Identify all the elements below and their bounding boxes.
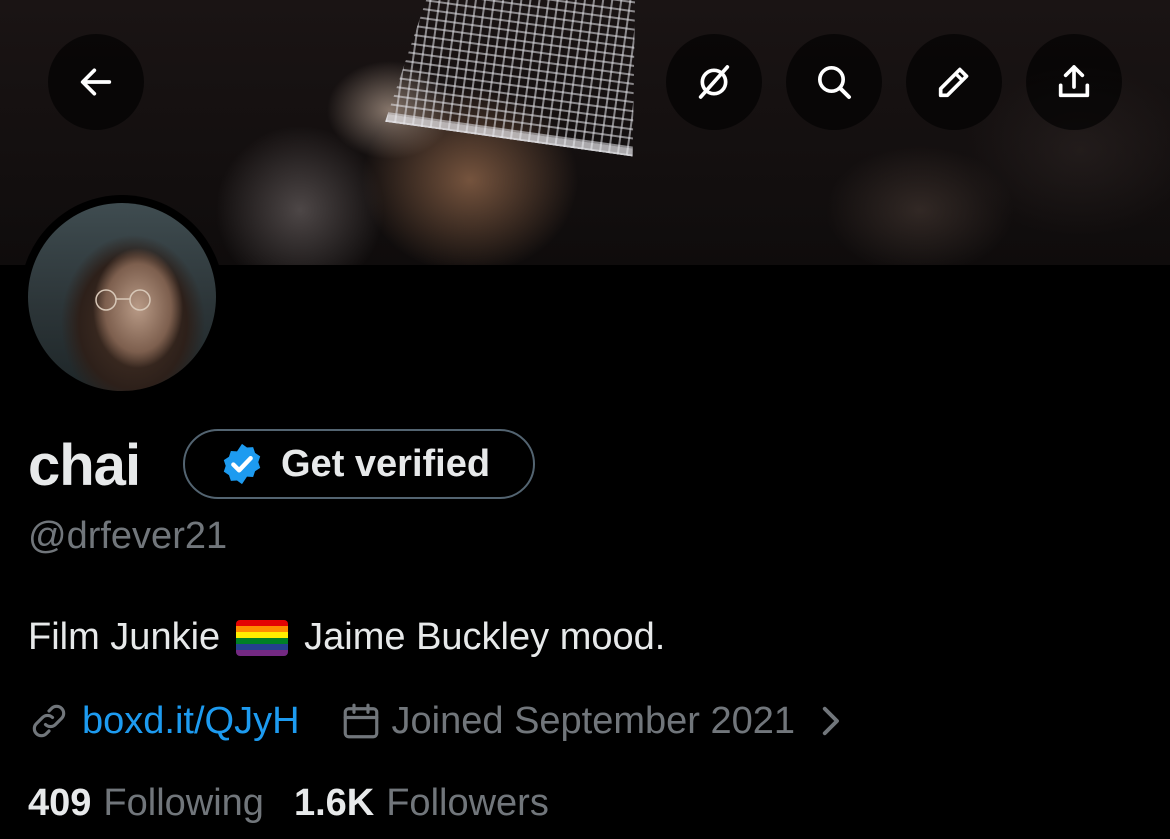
profile-page: chai Get verified @drfever21 Film Junkie… [0,0,1170,839]
profile-avatar[interactable] [20,195,224,399]
grok-icon [698,65,730,99]
share-button[interactable] [1026,34,1122,130]
get-verified-button[interactable]: Get verified [183,429,535,499]
bio-text-end: Jaime Buckley mood. [304,616,666,658]
link-icon [32,704,66,738]
bio-text-start: Film Junkie [28,616,221,658]
get-verified-label: Get verified [281,442,491,485]
joined-date: Joined September 2021 [391,699,796,742]
pencil-icon [938,67,969,98]
back-button[interactable] [48,34,144,130]
profile-meta: boxd.it/QJyH Joined September 2021 [28,696,851,746]
following-link[interactable]: 409 Following [28,782,264,825]
followers-link[interactable]: 1.6K Followers [294,782,549,825]
follow-stats: 409 Following 1.6K Followers [28,782,579,825]
chevron-right-icon[interactable] [809,700,851,742]
avatar-glasses-detail [95,289,151,311]
user-handle: @drfever21 [28,515,228,557]
arrow-left-icon [80,68,112,96]
followers-count: 1.6K [293,782,375,824]
edit-button[interactable] [906,34,1002,130]
verified-badge-icon [223,443,261,485]
display-name: chai [28,433,141,498]
grok-button[interactable] [666,34,762,130]
following-label: Following [103,782,264,824]
website-link[interactable]: boxd.it/QJyH [82,700,300,743]
rainbow-flag-icon [236,619,289,656]
profile-bio: Film Junkie Jaime Buckley mood. [28,616,665,659]
banner-photo-detail [385,0,655,157]
share-icon [1058,65,1090,98]
avatar-photo [28,203,216,391]
calendar-icon [343,703,378,739]
search-icon [818,66,851,99]
search-button[interactable] [786,34,882,130]
followers-label: Followers [386,782,549,824]
following-count: 409 [28,782,92,824]
